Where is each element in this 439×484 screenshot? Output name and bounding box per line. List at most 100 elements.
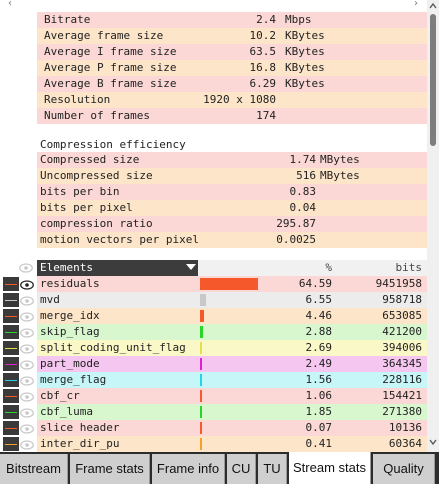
elements-column-header[interactable]: Elements (37, 260, 198, 276)
element-bits: 228116 (382, 373, 422, 386)
tab-stream-stats[interactable]: Stream stats (289, 452, 371, 484)
element-percent: 0.41 (305, 437, 333, 450)
share-bar (200, 326, 203, 338)
tab-frame-info[interactable]: Frame info (152, 454, 225, 484)
share-bar-area (198, 388, 291, 404)
stat-unit: Mbps (285, 13, 312, 26)
series-line-sample[interactable] (3, 293, 19, 307)
series-line-sample[interactable] (3, 421, 19, 435)
series-line-sample[interactable] (3, 389, 19, 403)
series-line-sample[interactable] (3, 341, 19, 355)
stat-label: Number of frames (44, 109, 150, 122)
element-bits: 154421 (382, 389, 422, 402)
element-name: merge_flag (40, 373, 107, 386)
series-line-sample[interactable] (3, 437, 19, 451)
share-bar (200, 358, 202, 370)
element-row[interactable]: part_mode 2.49 364345 (0, 356, 427, 372)
chevron-down-icon[interactable] (429, 436, 437, 448)
chevron-right-icon[interactable]: › (414, 0, 418, 9)
elements-rows: residuals 64.59 9451958 mvd 6.55 958718 merge_… (0, 276, 427, 452)
series-line-sample[interactable] (3, 357, 19, 371)
element-percent: 1.06 (305, 389, 333, 402)
horizontal-scroll-strip: ‹ › (0, 0, 427, 12)
element-percent: 6.55 (305, 293, 333, 306)
stat-label: Bitrate (44, 13, 91, 26)
element-row[interactable]: inter_dir_pu 0.41 60364 (0, 436, 427, 452)
share-bar (200, 374, 202, 386)
stats-row: Bitrate 2.4 Mbps (37, 12, 427, 28)
stat-label: bits per pixel (40, 201, 133, 214)
vertical-scrollbar[interactable] (427, 0, 439, 452)
element-row[interactable]: cbf_luma 1.85 271380 (0, 404, 427, 420)
stat-value: 1.74 (289, 153, 317, 166)
series-line-sample[interactable] (3, 277, 19, 291)
bits-column-header[interactable]: bits (340, 260, 423, 276)
series-line-sample[interactable] (3, 325, 19, 339)
element-row[interactable]: mvd 6.55 958718 (0, 292, 427, 308)
element-bits: 421200 (382, 325, 422, 338)
stat-value: 295.87 (276, 217, 316, 230)
share-bar (200, 342, 202, 354)
compression-efficiency-table: Compressed size 1.74 MBytes Uncompressed si… (37, 152, 427, 248)
element-row[interactable]: split_coding_unit_flag 2.69 394006 (0, 340, 427, 356)
tab-tu[interactable]: TU (258, 454, 287, 484)
element-row[interactable]: merge_idx 4.46 653085 (0, 308, 427, 324)
stats-row: Uncompressed size 516 MBytes (37, 168, 427, 184)
eye-icon[interactable] (19, 263, 33, 276)
stat-unit: KBytes (285, 45, 325, 58)
scrollbar-thumb[interactable] (430, 14, 436, 146)
stat-value: 6.29 (249, 77, 277, 90)
share-bar-area (198, 404, 291, 420)
element-percent: 1.85 (305, 405, 333, 418)
chevron-up-icon[interactable] (429, 0, 437, 12)
element-row[interactable]: cbf_cr 1.06 154421 (0, 388, 427, 404)
element-row[interactable]: residuals 64.59 9451958 (0, 276, 427, 292)
stat-unit: KBytes (285, 61, 325, 74)
stats-row: bits per pixel 0.04 (37, 200, 427, 216)
series-line-sample[interactable] (3, 309, 19, 323)
element-name: merge_idx (40, 309, 100, 322)
stat-unit: KBytes (285, 77, 325, 90)
element-bits: 10136 (388, 421, 422, 434)
element-percent: 64.59 (298, 277, 332, 290)
stat-label: Average frame size (44, 29, 164, 42)
element-percent: 4.46 (305, 309, 333, 322)
share-bar (200, 422, 202, 434)
element-percent: 2.49 (305, 357, 333, 370)
tab-cu[interactable]: CU (227, 454, 256, 484)
element-name: cbf_cr (40, 389, 80, 402)
stat-label: Uncompressed size (40, 169, 153, 182)
stream-stats-panel: ‹ › Bitrate 2.4 Mbps Average frame size 10.2… (0, 0, 427, 452)
element-row[interactable]: merge_flag 1.56 228116 (0, 372, 427, 388)
share-bar-area (198, 372, 291, 388)
element-name: mvd (40, 293, 60, 306)
tab-bitstream[interactable]: Bitstream (0, 454, 68, 484)
element-name: part_mode (40, 357, 100, 370)
stats-row: Average frame size 10.2 KBytes (37, 28, 427, 44)
stat-value: 516 (296, 169, 316, 182)
share-bar (200, 438, 202, 450)
tab-frame-stats[interactable]: Frame stats (70, 454, 150, 484)
stat-label: Compressed size (40, 153, 140, 166)
series-line-sample[interactable] (3, 373, 19, 387)
element-name: split_coding_unit_flag (40, 341, 186, 354)
stats-row: bits per bin 0.83 (37, 184, 427, 200)
share-bar (200, 310, 204, 322)
element-percent: 0.07 (305, 421, 333, 434)
stat-unit: MBytes (320, 153, 360, 166)
element-row[interactable]: slice header 0.07 10136 (0, 420, 427, 436)
share-bar (200, 294, 206, 306)
element-name: cbf_luma (40, 405, 93, 418)
element-bits: 9451958 (375, 277, 422, 290)
series-line-sample[interactable] (3, 405, 19, 419)
chevron-left-icon[interactable]: ‹ (8, 0, 12, 9)
stat-value: 0.83 (289, 185, 317, 198)
elements-table: Elements % bits residuals 64.59 9451958 mvd… (0, 260, 427, 452)
share-bar-area (198, 436, 291, 452)
eye-icon[interactable] (20, 439, 34, 452)
element-row[interactable]: skip_flag 2.88 421200 (0, 324, 427, 340)
stat-value: 0.04 (289, 201, 317, 214)
stat-value: 16.8 (249, 61, 277, 74)
tab-quality[interactable]: Quality (373, 454, 435, 484)
percent-column-header[interactable]: % (292, 260, 332, 276)
